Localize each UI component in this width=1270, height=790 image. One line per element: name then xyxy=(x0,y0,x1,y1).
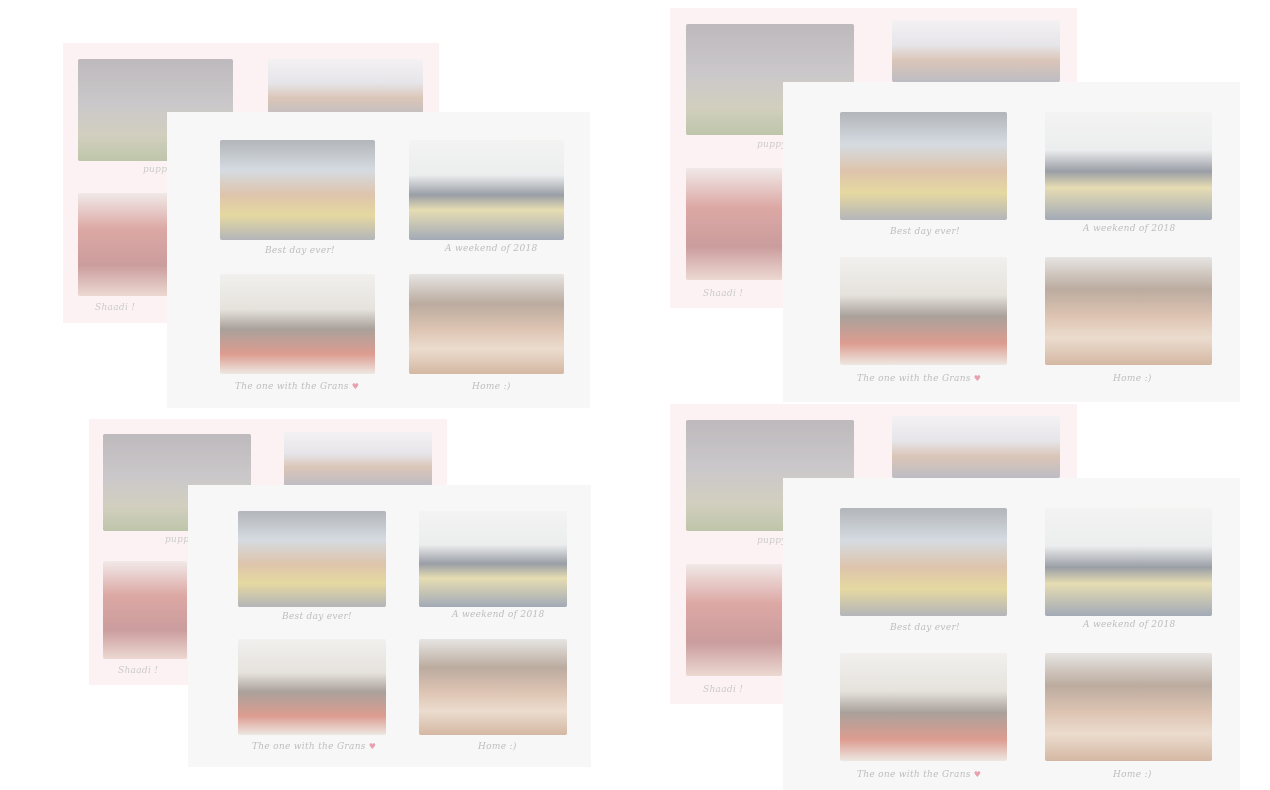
caption-weekend: A weekend of 2018 xyxy=(1083,620,1176,630)
photo-best-day xyxy=(840,112,1007,220)
photo-couple xyxy=(284,432,432,486)
caption-weekend: A weekend of 2018 xyxy=(1083,224,1176,234)
photo-couple xyxy=(892,416,1060,478)
photo-home xyxy=(1045,653,1212,761)
caption-shaadi: Shaadi ! xyxy=(703,289,744,299)
caption-weekend: A weekend of 2018 xyxy=(452,610,545,620)
photo-home xyxy=(419,639,567,735)
caption-grans: The one with the Grans ♥ xyxy=(857,374,981,384)
photo-couple xyxy=(892,20,1060,82)
caption-grans-text: The one with the Grans xyxy=(857,770,971,780)
front-page: Best day ever! A weekend of 2018 The one… xyxy=(783,478,1240,790)
heart-icon: ♥ xyxy=(351,382,360,391)
caption-shaadi: Shaadi ! xyxy=(95,303,136,313)
caption-best-day: Best day ever! xyxy=(890,227,960,237)
photo-weekend xyxy=(1045,112,1212,220)
photo-wedding xyxy=(103,561,187,659)
caption-home: Home :) xyxy=(478,742,517,752)
heart-icon: ♥ xyxy=(973,770,982,779)
heart-icon: ♥ xyxy=(973,374,982,383)
caption-best-day: Best day ever! xyxy=(890,623,960,633)
photo-best-day xyxy=(220,140,375,240)
photo-couple xyxy=(268,59,423,119)
front-page: Best day ever! A weekend of 2018 The one… xyxy=(167,112,590,408)
caption-grans-text: The one with the Grans xyxy=(252,742,366,752)
photo-wedding xyxy=(78,193,173,296)
photo-wedding xyxy=(686,168,782,280)
caption-grans-text: The one with the Grans xyxy=(857,374,971,384)
caption-shaadi: Shaadi ! xyxy=(118,666,159,676)
photo-weekend xyxy=(419,511,567,607)
caption-weekend: A weekend of 2018 xyxy=(445,244,538,254)
caption-best-day: Best day ever! xyxy=(282,612,352,622)
caption-home: Home :) xyxy=(1113,374,1152,384)
photo-weekend xyxy=(1045,508,1212,616)
front-page: Best day ever! A weekend of 2018 The one… xyxy=(783,82,1240,402)
caption-best-day: Best day ever! xyxy=(265,246,335,256)
photo-wedding xyxy=(686,564,782,676)
caption-grans: The one with the Grans ♥ xyxy=(857,770,981,780)
caption-shaadi: Shaadi ! xyxy=(703,685,744,695)
photo-grans xyxy=(840,653,1007,761)
caption-home: Home :) xyxy=(1113,770,1152,780)
photo-home xyxy=(1045,257,1212,365)
photo-weekend xyxy=(409,140,564,240)
photo-home xyxy=(409,274,564,374)
caption-grans: The one with the Grans ♥ xyxy=(235,382,359,392)
photo-best-day xyxy=(238,511,386,607)
caption-home: Home :) xyxy=(472,382,511,392)
caption-grans-text: The one with the Grans xyxy=(235,382,349,392)
photo-grans xyxy=(840,257,1007,365)
front-page: Best day ever! A weekend of 2018 The one… xyxy=(188,485,591,767)
heart-icon: ♥ xyxy=(368,742,377,751)
photo-grans xyxy=(238,639,386,735)
photo-best-day xyxy=(840,508,1007,616)
caption-grans: The one with the Grans ♥ xyxy=(252,742,376,752)
photo-grans xyxy=(220,274,375,374)
